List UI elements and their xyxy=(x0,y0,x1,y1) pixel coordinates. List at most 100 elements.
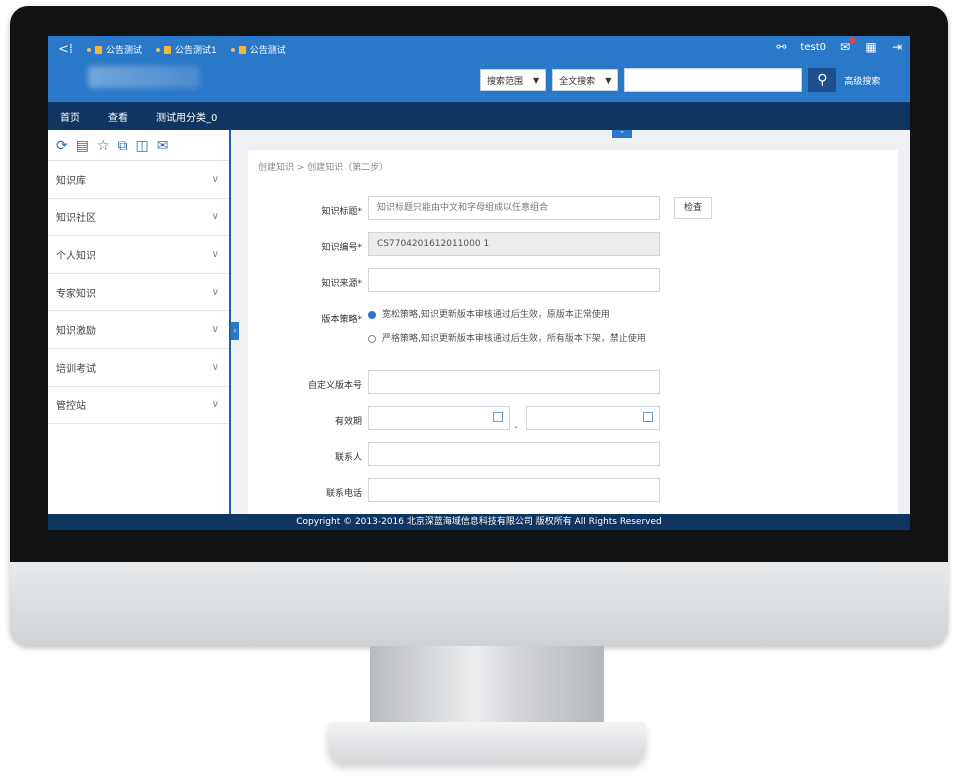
header-collapse-handle[interactable]: ⌃ xyxy=(612,130,632,138)
grid-icon[interactable]: ▦ xyxy=(864,40,878,54)
sidebar-item-label: 管控站 xyxy=(56,401,86,413)
sidebar-item-control[interactable]: 管控站 ∨ xyxy=(48,387,229,425)
chevron-down-icon: ▼ xyxy=(533,75,540,85)
version-option-loose-text: 宽松策略,知识更新版本审核通过后生效，原版本正常使用 xyxy=(382,310,610,320)
validity-start-field[interactable] xyxy=(368,406,510,430)
custom-version-label: 自定义版本号 xyxy=(307,381,362,391)
code-label: 知识编号* xyxy=(321,243,362,253)
monitor-chin xyxy=(10,562,948,646)
footer-copyright: Copyright © 2013-2016 北京深蓝海域信息科技有限公司 版权所… xyxy=(48,514,910,530)
title-label: 知识标题* xyxy=(321,207,362,217)
sidebar-item-incentive[interactable]: 知识激励 ∨ xyxy=(48,311,229,349)
search-mode-select[interactable]: 全文搜索 ▼ xyxy=(552,69,619,91)
nav-test-category[interactable]: 测试用分类_0 xyxy=(156,109,217,124)
copy-icon[interactable]: ⧉ xyxy=(118,138,128,154)
sidebar-item-knowledge-base[interactable]: 知识库 ∨ xyxy=(48,161,229,199)
sidebar-item-expert[interactable]: 专家知识 ∨ xyxy=(48,274,229,312)
user-icon[interactable]: ⚯ xyxy=(774,40,788,54)
refresh-icon[interactable]: ⟳ xyxy=(56,138,68,154)
notification-badge xyxy=(849,37,856,43)
sidebar: ⟳ ▤ ☆ ⧉ ◫ ✉ 知识库 ∨ 知识社区 ∨ 个人知识 ∨ 专家知识 ∨ 知识激励 ∨… xyxy=(48,130,231,514)
validity-label: 有效期 xyxy=(334,417,362,427)
search-scope-label: 搜索范围 xyxy=(487,76,524,87)
tab-notice-1[interactable]: 公告测试 xyxy=(87,43,142,56)
validity-end-field[interactable] xyxy=(526,406,660,430)
search-icon: ⚲ xyxy=(817,72,828,88)
new-doc-icon[interactable]: ▤ xyxy=(76,138,89,154)
sidebar-item-community[interactable]: 知识社区 ∨ xyxy=(48,199,229,237)
main-nav: 首页 查看 测试用分类_0 xyxy=(48,102,910,130)
create-knowledge-form: 创建知识 > 创建知识（第二步） 知识标题* 知识标题只能由中文和字母组成以任意… xyxy=(248,150,898,514)
tab-label: 公告测试 xyxy=(249,46,286,56)
sidebar-item-label: 知识库 xyxy=(56,175,86,187)
version-option-strict[interactable]: 严格策略,知识更新版本审核通过后生效，所有版本下架，禁止使用 xyxy=(368,332,668,346)
nav-view[interactable]: 查看 xyxy=(108,109,128,124)
tab-label: 公告测试1 xyxy=(175,46,217,56)
calendar-icon[interactable] xyxy=(643,412,653,422)
back-icon[interactable]: <⁞ xyxy=(58,42,73,57)
sidebar-item-training[interactable]: 培训考试 ∨ xyxy=(48,349,229,387)
advanced-search-link[interactable]: 高级搜索 xyxy=(844,74,880,87)
tab-label: 公告测试 xyxy=(106,46,143,56)
radio-selected[interactable] xyxy=(368,311,376,319)
document-icon xyxy=(95,45,103,54)
tab-notice-2[interactable]: 公告测试1 xyxy=(156,43,217,56)
star-icon[interactable]: ☆ xyxy=(97,138,110,154)
sidebar-toolbar: ⟳ ▤ ☆ ⧉ ◫ ✉ xyxy=(48,130,229,161)
monitor-stand-base xyxy=(328,722,646,762)
phone-label: 联系电话 xyxy=(325,489,362,499)
chevron-down-icon: ∨ xyxy=(211,211,219,223)
search-scope-select[interactable]: 搜索范围 ▼ xyxy=(480,69,547,91)
contact-field[interactable] xyxy=(368,442,660,466)
sidebar-item-label: 培训考试 xyxy=(56,363,96,375)
company-logo xyxy=(88,66,200,88)
code-field: CS7704201612011000 1 xyxy=(368,232,660,256)
tab-notice-3[interactable]: 公告测试 xyxy=(230,43,286,56)
document-icon xyxy=(164,45,172,54)
monitor-stand-neck xyxy=(370,646,604,726)
chevron-down-icon: ∨ xyxy=(211,399,219,411)
radio-unselected[interactable] xyxy=(368,335,376,343)
sidebar-item-label: 知识社区 xyxy=(56,213,96,225)
chevron-down-icon: ▼ xyxy=(605,75,612,85)
search-button[interactable]: ⚲ xyxy=(808,68,837,92)
sidebar-item-label: 专家知识 xyxy=(56,288,96,300)
document-icon xyxy=(238,45,246,54)
tab-dot-icon xyxy=(156,47,161,52)
sidebar-item-personal[interactable]: 个人知识 ∨ xyxy=(48,236,229,274)
chevron-down-icon: ∨ xyxy=(211,173,219,185)
logout-icon[interactable]: ⇥ xyxy=(890,40,904,54)
breadcrumb: 创建知识 > 创建知识（第二步） xyxy=(258,163,389,173)
check-button[interactable]: 检查 xyxy=(674,197,712,219)
version-option-strict-text: 严格策略,知识更新版本审核通过后生效，所有版本下架，禁止使用 xyxy=(382,334,646,344)
nav-home[interactable]: 首页 xyxy=(60,109,80,124)
range-separator: - xyxy=(514,422,518,433)
chevron-down-icon: ∨ xyxy=(211,286,219,298)
contact-label: 联系人 xyxy=(334,453,362,463)
source-label: 知识来源* xyxy=(321,279,362,289)
tab-dot-icon xyxy=(230,47,235,52)
top-header: <⁞ 公告测试 公告测试1 公告测试 ⚯ test0 ✉ ▦ ⇥ 搜索范围 ▼ … xyxy=(48,36,910,102)
mail-icon[interactable]: ✉ xyxy=(838,37,856,54)
calendar-icon[interactable] xyxy=(493,412,503,422)
title-field[interactable]: 知识标题只能由中文和字母组成以任意组合 xyxy=(368,196,660,220)
tab-strip: <⁞ 公告测试 公告测试1 公告测试 xyxy=(58,42,286,57)
sidebar-collapse-handle[interactable]: ‹ xyxy=(231,322,239,340)
sidebar-item-label: 个人知识 xyxy=(56,250,96,262)
app-screen: <⁞ 公告测试 公告测试1 公告测试 ⚯ test0 ✉ ▦ ⇥ 搜索范围 ▼ … xyxy=(48,36,910,530)
tab-dot-icon xyxy=(87,47,92,52)
chevron-down-icon: ∨ xyxy=(211,324,219,336)
phone-field[interactable] xyxy=(368,478,660,502)
archive-icon[interactable]: ◫ xyxy=(136,138,149,154)
chevron-down-icon: ∨ xyxy=(211,361,219,373)
sidebar-item-label: 知识激励 xyxy=(56,326,96,338)
username[interactable]: test0 xyxy=(800,42,826,53)
search-mode-label: 全文搜索 xyxy=(559,76,596,87)
search-input[interactable] xyxy=(624,68,803,92)
source-field[interactable] xyxy=(368,268,660,292)
mail-icon[interactable]: ✉ xyxy=(157,138,169,154)
search-bar: 搜索范围 ▼ 全文搜索 ▼ ⚲ 高级搜索 xyxy=(480,68,880,92)
header-user-tools: ⚯ test0 ✉ ▦ ⇥ xyxy=(774,37,904,54)
custom-version-field[interactable] xyxy=(368,370,660,394)
version-option-loose[interactable]: 宽松策略,知识更新版本审核通过后生效，原版本正常使用 xyxy=(368,308,668,322)
